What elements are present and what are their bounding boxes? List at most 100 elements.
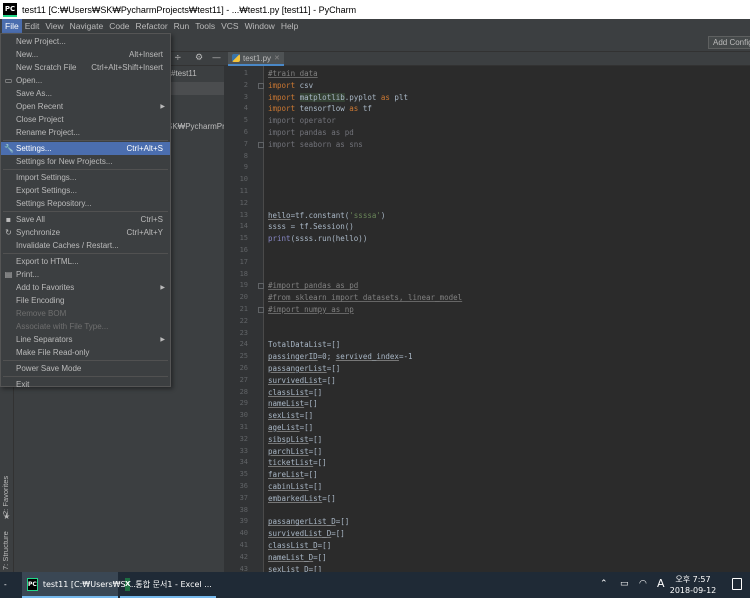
code-token: #from sklearn import datasets, linear_mo… bbox=[268, 293, 463, 303]
code-line[interactable]: ssss = tf.Session() bbox=[268, 221, 354, 233]
network-icon[interactable]: ▭ bbox=[620, 579, 629, 589]
code-line[interactable]: passangerList=[] bbox=[268, 363, 340, 375]
code-line[interactable]: embarkedList=[] bbox=[268, 493, 336, 505]
code-line[interactable]: passingerID=0; servived_index=-1 bbox=[268, 351, 413, 363]
code-line[interactable]: #import pandas as pd bbox=[268, 280, 358, 292]
menu-item-settings-for-new-projects[interactable]: Settings for New Projects... bbox=[1, 155, 170, 168]
menu-tools[interactable]: Tools bbox=[192, 19, 218, 33]
code-line[interactable]: survivedList=[] bbox=[268, 375, 336, 387]
menu-run[interactable]: Run bbox=[171, 19, 193, 33]
close-icon[interactable]: ✕ bbox=[274, 54, 280, 62]
line-number: 22 bbox=[239, 316, 248, 325]
code-line[interactable]: #import numpy as np bbox=[268, 304, 354, 316]
minimize-icon[interactable]: — bbox=[212, 53, 221, 63]
menu-item-settings[interactable]: 🔧 Settings... Ctrl+Alt+S bbox=[1, 142, 170, 155]
code-line[interactable]: parchList=[] bbox=[268, 446, 322, 458]
menu-item-export-to-html[interactable]: Export to HTML... bbox=[1, 255, 170, 268]
code-line[interactable]: import seaborn as sns bbox=[268, 139, 363, 151]
wifi-icon[interactable]: ◠ bbox=[639, 579, 647, 589]
code-line[interactable]: #from sklearn import datasets, linear_mo… bbox=[268, 292, 462, 304]
menu-item-file-encoding[interactable]: File Encoding bbox=[1, 294, 170, 307]
project-tree-path[interactable]: SK₩PycharmProj bbox=[167, 122, 231, 131]
code-line[interactable]: TotalDataList=[] bbox=[268, 339, 340, 351]
menu-item-invalidate-caches-restart[interactable]: Invalidate Caches / Restart... bbox=[1, 239, 170, 252]
menu-item-save-all[interactable]: ▪ Save All Ctrl+S bbox=[1, 213, 170, 226]
tab-test1-py[interactable]: test1.py ✕ bbox=[228, 52, 284, 66]
code-line[interactable]: import pandas as pd bbox=[268, 127, 354, 139]
code-line[interactable]: ageList=[] bbox=[268, 422, 313, 434]
menu-item-associate-with-file-type[interactable]: Associate with File Type... bbox=[1, 320, 170, 333]
start-button[interactable]: - bbox=[4, 580, 7, 589]
structure-tool-button[interactable]: 7: Structure bbox=[1, 531, 10, 570]
code-line[interactable]: cabinList=[] bbox=[268, 481, 322, 493]
menu-item-open[interactable]: ▭ Open... bbox=[1, 74, 170, 87]
code-line[interactable]: import matplotlib.pyplot as plt bbox=[268, 92, 408, 104]
menu-item-add-to-favorites[interactable]: Add to Favorites ▶ bbox=[1, 281, 170, 294]
menu-item-power-save-mode[interactable]: Power Save Mode bbox=[1, 362, 170, 375]
code-token: passangerList bbox=[268, 364, 327, 373]
menu-item-open-recent[interactable]: Open Recent ▶ bbox=[1, 100, 170, 113]
menu-view[interactable]: View bbox=[42, 19, 66, 33]
code-line[interactable]: sexList=[] bbox=[268, 410, 313, 422]
code-editor[interactable]: #train data import csv import matplotlib.p… bbox=[264, 66, 750, 574]
taskbar-app-excel[interactable]: X 통합 문서1 - Excel ... bbox=[120, 572, 216, 598]
code-line[interactable]: import csv bbox=[268, 80, 313, 92]
menu-item-settings-repository[interactable]: Settings Repository... bbox=[1, 197, 170, 210]
project-tree-folder[interactable]: #test11 bbox=[171, 69, 197, 78]
menu-item-synchronize[interactable]: ↻ Synchronize Ctrl+Alt+Y bbox=[1, 226, 170, 239]
menu-item-make-file-read-only[interactable]: Make File Read-only bbox=[1, 346, 170, 359]
add-configuration-button[interactable]: Add Configuration... bbox=[708, 36, 750, 49]
code-line[interactable]: print(ssss.run(hello)) bbox=[268, 233, 367, 245]
line-number: 27 bbox=[239, 375, 248, 384]
menu-item-save-as[interactable]: Save As... bbox=[1, 87, 170, 100]
code-line[interactable]: survivedList_D=[] bbox=[268, 528, 345, 540]
line-number: 30 bbox=[239, 411, 248, 420]
menu-edit[interactable]: Edit bbox=[22, 19, 43, 33]
line-number: 42 bbox=[239, 552, 248, 561]
menu-item-new[interactable]: New... Alt+Insert bbox=[1, 48, 170, 61]
chevron-up-icon[interactable]: ⌃ bbox=[600, 579, 608, 589]
menu-item-import-settings[interactable]: Import Settings... bbox=[1, 171, 170, 184]
title-bar[interactable]: PC test11 [C:₩Users₩SK₩PycharmProjects₩t… bbox=[0, 0, 750, 19]
code-line[interactable]: sibspList=[] bbox=[268, 434, 322, 446]
menu-item-rename-project[interactable]: Rename Project... bbox=[1, 126, 170, 139]
code-line[interactable]: hello=tf.constant('ssssa') bbox=[268, 210, 385, 222]
menu-item-label: Save All bbox=[16, 215, 45, 224]
menu-item-remove-bom[interactable]: Remove BOM bbox=[1, 307, 170, 320]
notification-icon[interactable] bbox=[732, 578, 742, 590]
menu-vcs[interactable]: VCS bbox=[218, 19, 241, 33]
menu-item-close-project[interactable]: Close Project bbox=[1, 113, 170, 126]
menu-navigate[interactable]: Navigate bbox=[67, 19, 107, 33]
code-line[interactable]: classList=[] bbox=[268, 387, 322, 399]
project-tree-selection[interactable] bbox=[171, 82, 224, 95]
code-token: =[] bbox=[299, 423, 314, 432]
code-line[interactable]: #train data bbox=[268, 68, 318, 80]
code-line[interactable]: ticketList=[] bbox=[268, 457, 327, 469]
favorites-tool-button[interactable]: 2: Favorites bbox=[1, 476, 10, 515]
menu-item-line-separators[interactable]: Line Separators ▶ bbox=[1, 333, 170, 346]
menu-code[interactable]: Code bbox=[106, 19, 132, 33]
menu-file[interactable]: File bbox=[2, 19, 22, 33]
menu-item-exit[interactable]: Exit bbox=[1, 378, 170, 391]
menu-item-print[interactable]: ▤ Print... bbox=[1, 268, 170, 281]
collapse-icon[interactable]: ÷ bbox=[174, 53, 182, 63]
taskbar-app-pycharm[interactable]: PC test11 [C:₩Users₩SK... bbox=[22, 572, 138, 598]
ime-indicator[interactable]: A bbox=[657, 577, 665, 590]
menu-window[interactable]: Window bbox=[242, 19, 278, 33]
menu-help[interactable]: Help bbox=[278, 19, 301, 33]
code-line[interactable]: import tensorflow as tf bbox=[268, 103, 372, 115]
system-clock[interactable]: 오후 7:57 2018-09-12 bbox=[668, 574, 718, 596]
code-line[interactable]: classList_D=[] bbox=[268, 540, 331, 552]
menu-item-new-project[interactable]: New Project... bbox=[1, 35, 170, 48]
code-line[interactable]: nameList=[] bbox=[268, 398, 318, 410]
code-line[interactable]: passangerList_D=[] bbox=[268, 516, 349, 528]
menu-item-label: Export to HTML... bbox=[16, 257, 79, 266]
menu-item-export-settings[interactable]: Export Settings... bbox=[1, 184, 170, 197]
code-line[interactable]: fareList=[] bbox=[268, 469, 318, 481]
menu-item-new-scratch-file[interactable]: New Scratch File Ctrl+Alt+Shift+Insert bbox=[1, 61, 170, 74]
code-line[interactable]: nameList_D=[] bbox=[268, 552, 327, 564]
menu-refactor[interactable]: Refactor bbox=[133, 19, 171, 33]
gear-icon[interactable]: ⚙ bbox=[195, 53, 203, 63]
line-number: 29 bbox=[239, 399, 248, 408]
code-line[interactable]: import operator bbox=[268, 115, 336, 127]
